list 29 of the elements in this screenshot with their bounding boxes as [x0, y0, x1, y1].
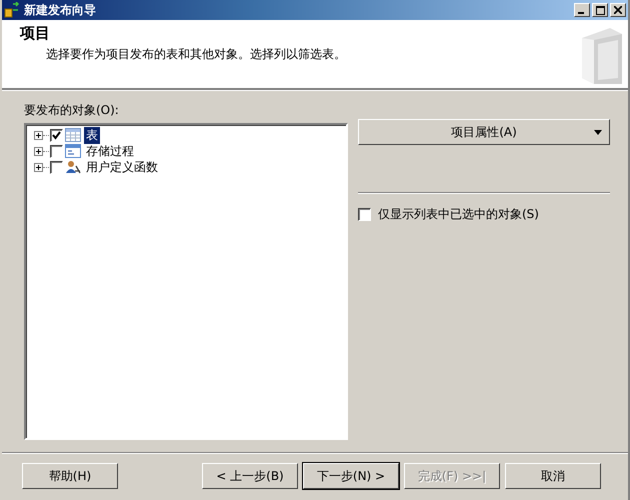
user-function-icon [65, 160, 81, 174]
procedure-icon [65, 144, 81, 158]
page-title: 项目 [20, 24, 51, 43]
tree-item[interactable]: 表 [84, 126, 100, 144]
expand-icon[interactable] [34, 130, 43, 140]
table-icon [65, 128, 81, 142]
close-button[interactable] [610, 3, 626, 17]
minimize-button[interactable] [574, 3, 590, 17]
wizard-button[interactable]: < 上一步(B) [202, 463, 298, 489]
wizard-button[interactable]: 下一步(N) > [303, 463, 399, 489]
window-title: 新建发布向导 [24, 2, 97, 18]
checkbox[interactable] [50, 128, 63, 142]
tree-item[interactable]: 存储过程 [84, 142, 136, 160]
filter-label: 仅显示列表中已选中的对象(S) [378, 206, 539, 223]
maximize-button[interactable] [592, 3, 608, 17]
tree-item[interactable]: 用户定义函数 [84, 158, 160, 176]
wizard-button[interactable]: 帮助(H) [22, 463, 118, 489]
expand-icon[interactable] [34, 146, 43, 156]
checkbox[interactable] [358, 208, 371, 221]
close-icon [614, 6, 622, 14]
maximize-icon [596, 6, 604, 14]
wizard-button[interactable]: 取消 [505, 463, 601, 489]
properties-dropdown-button[interactable]: 项目属性(A) [358, 119, 610, 145]
page-description: 选择要作为项目发布的表和其他对象。选择列以筛选表。 [46, 46, 346, 63]
checkbox[interactable] [50, 144, 63, 158]
caret-icon [594, 130, 602, 135]
wizard-icon [4, 2, 20, 18]
objects-label: 要发布的对象(O): [24, 102, 120, 118]
expand-icon[interactable] [34, 162, 43, 172]
